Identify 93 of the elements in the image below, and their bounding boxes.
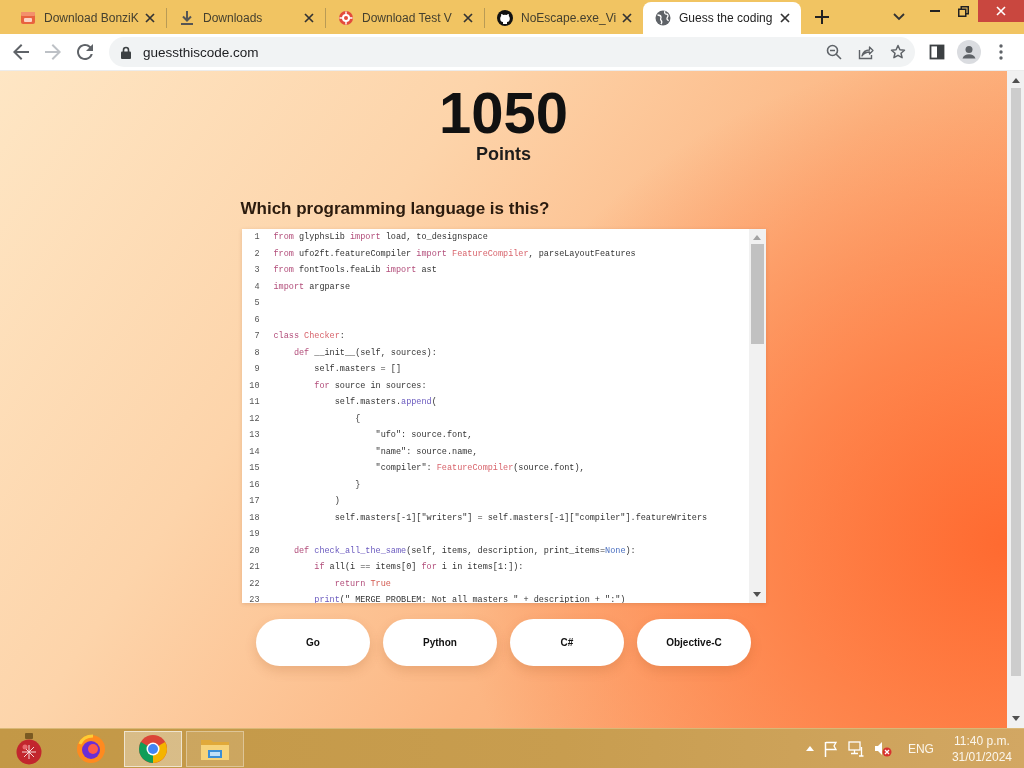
- speaker-muted-icon[interactable]: [873, 740, 892, 757]
- code-line: self.masters = []: [314, 364, 402, 375]
- storefront-icon: [20, 10, 36, 26]
- browser-tab[interactable]: Downloads: [167, 2, 325, 34]
- line-number: 3: [253, 265, 260, 276]
- line-number: 12: [248, 413, 260, 424]
- restore-icon: [958, 5, 969, 17]
- code-line: for source in sources:: [314, 380, 427, 391]
- lock-icon[interactable]: [121, 45, 131, 59]
- code-line: return True: [334, 578, 391, 589]
- scroll-down-icon[interactable]: [753, 592, 761, 597]
- code-line: }: [355, 479, 361, 490]
- browser-tab[interactable]: Download Test V: [326, 2, 484, 34]
- line-number: 22: [248, 578, 260, 589]
- crosshair-icon: [338, 10, 354, 26]
- side-panel-icon: [929, 44, 945, 60]
- zoom-out-icon: [826, 44, 842, 60]
- reload-icon: [77, 44, 93, 60]
- code-line: from fontTools.feaLib import ast: [273, 265, 437, 276]
- address-bar[interactable]: guessthiscode.com: [109, 37, 915, 67]
- profile-button[interactable]: [955, 38, 983, 66]
- scrollbar[interactable]: [748, 229, 766, 603]
- forward-arrow-icon: [45, 44, 61, 60]
- line-number: 5: [253, 298, 260, 309]
- line-number: 9: [253, 364, 260, 375]
- close-icon: [145, 13, 155, 23]
- code-line: from ufo2ft.featureCompiler import FeatureCompiler, parseLayoutFeatures: [273, 248, 636, 259]
- line-number: 20: [248, 545, 260, 556]
- minimize-icon: [929, 10, 940, 12]
- question-text: Which programming language is this?: [240, 198, 551, 219]
- code-line: self.masters.append(: [334, 397, 437, 408]
- share-icon: [858, 44, 874, 60]
- close-icon: [463, 13, 473, 23]
- code-line: class Checker:: [273, 331, 345, 342]
- line-number: 6: [253, 314, 260, 325]
- line-number: 14: [248, 446, 260, 457]
- line-number: 13: [248, 430, 260, 441]
- kebab-menu-icon: [999, 44, 1003, 60]
- code-line: ): [334, 496, 340, 507]
- line-number: 1: [253, 232, 260, 243]
- code-line: self.masters[-1]["writers"] = self.masters[-1]["compiler"].featureWriters: [334, 512, 708, 523]
- scrollbar-thumb[interactable]: [1010, 88, 1021, 676]
- code-line: {: [355, 413, 361, 424]
- line-number: 23: [248, 595, 260, 603]
- line-number: 8: [253, 347, 260, 358]
- scroll-down-icon[interactable]: [1011, 716, 1020, 721]
- line-number: 2: [253, 248, 260, 259]
- code-line: if all(i == items[0] for i in items[1:]):: [314, 562, 524, 573]
- line-number: 11: [248, 397, 260, 408]
- scroll-up-icon[interactable]: [1011, 78, 1020, 83]
- answer-button[interactable]: Objective-C: [637, 619, 751, 666]
- line-number: 18: [248, 512, 260, 523]
- score-value: 1050: [439, 84, 568, 142]
- answer-button[interactable]: Go: [256, 619, 370, 666]
- line-number: 4: [253, 281, 260, 292]
- code-line: def __init__(self, sources):: [293, 347, 437, 358]
- close-icon: [304, 13, 314, 23]
- back-arrow-icon: [13, 44, 29, 60]
- plus-icon: [815, 10, 829, 24]
- score-label: Points: [476, 144, 531, 166]
- code-line: def check_all_the_same(self, items, description, print_items=None):: [293, 545, 636, 556]
- code-line: "ufo": source.font,: [375, 430, 473, 441]
- line-number: 7: [253, 331, 260, 342]
- code-line: "name": source.name,: [375, 446, 478, 457]
- close-icon: [996, 6, 1006, 16]
- globe-icon: [655, 10, 671, 26]
- browser-tab[interactable]: NoEscape.exe_Vi: [485, 2, 643, 34]
- code-line: from glyphsLib import load, to_designspace: [273, 232, 488, 243]
- close-icon: [622, 13, 632, 23]
- close-icon: [780, 13, 790, 23]
- code-line: import argparse: [273, 281, 351, 292]
- flame-globe-icon: [76, 733, 106, 764]
- scrollbar[interactable]: [1007, 71, 1024, 728]
- line-number: 19: [248, 529, 260, 540]
- code-line: "compiler": FeatureCompiler(source.font),: [375, 463, 585, 474]
- star-icon: [890, 44, 906, 60]
- answer-button[interactable]: C#: [510, 619, 624, 666]
- browser-wheel-icon: [138, 733, 168, 764]
- cat-silhouette-icon: [497, 10, 513, 26]
- download-icon: [179, 10, 195, 26]
- answer-button[interactable]: Python: [383, 619, 497, 666]
- line-number: 16: [248, 479, 260, 490]
- avatar-icon: [957, 40, 981, 64]
- line-number: 15: [248, 463, 260, 474]
- taskbar-button[interactable]: [124, 730, 182, 767]
- chevron-down-icon: [893, 13, 905, 21]
- ornament-icon: [16, 732, 42, 765]
- scrollbar-thumb[interactable]: [750, 244, 764, 344]
- line-number: 21: [248, 562, 260, 573]
- browser-tab[interactable]: Guess the coding: [643, 2, 801, 34]
- line-number: 17: [248, 496, 260, 507]
- browser-tab[interactable]: Download BonziK: [8, 2, 166, 34]
- line-number: 10: [248, 380, 260, 391]
